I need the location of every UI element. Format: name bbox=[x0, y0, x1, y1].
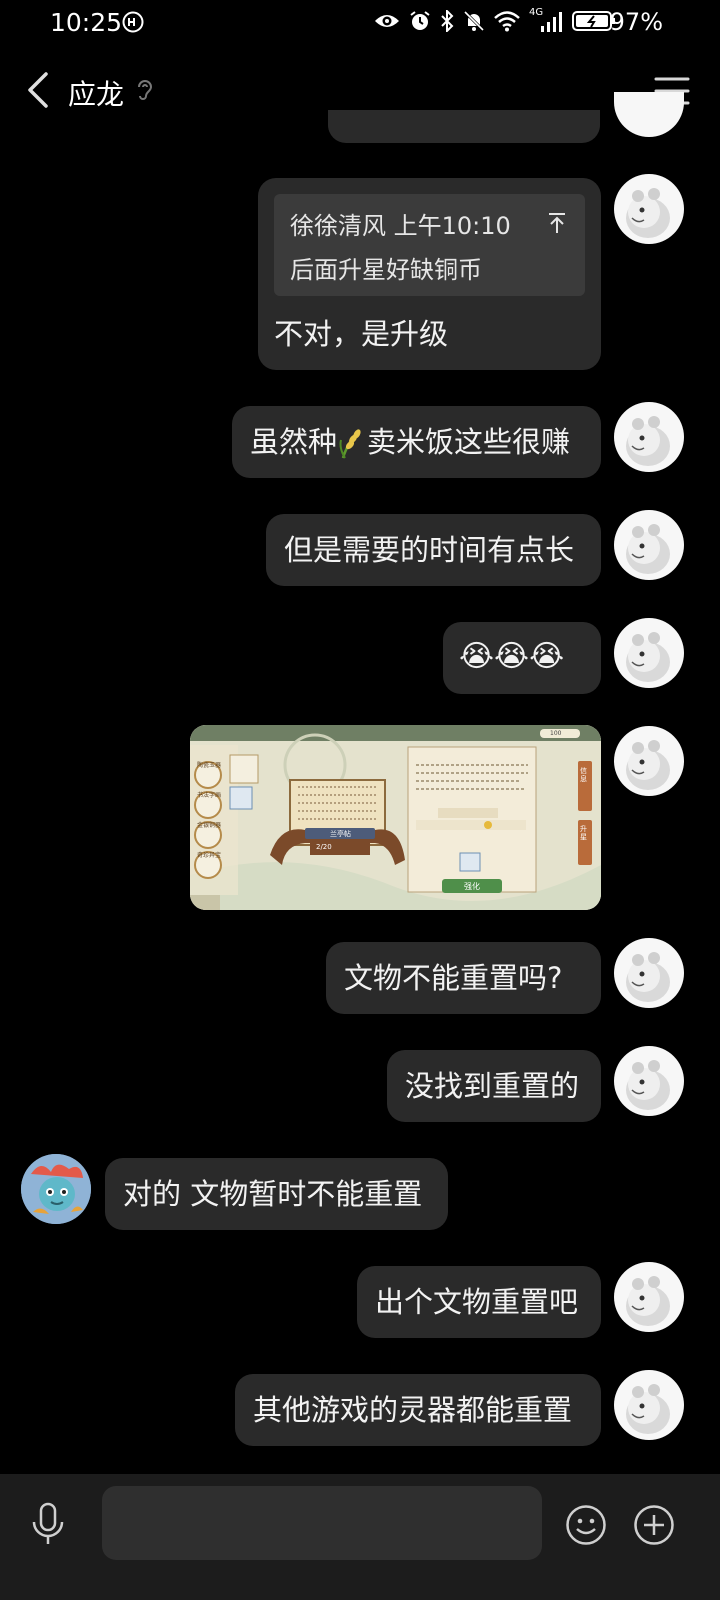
image-message[interactable]: 陶瓷玉器 书法字画 金银铜器 奇珍异宝 兰亭帖 2/20 100 信息 升星 强… bbox=[190, 725, 601, 910]
message-bubble[interactable]: 出个文物重置吧 bbox=[357, 1266, 601, 1338]
avatar-self[interactable] bbox=[614, 1262, 684, 1332]
screenshot-coin-count: 100 bbox=[550, 730, 562, 737]
add-icon[interactable] bbox=[633, 1504, 675, 1546]
message-text: 对的 文物暂时不能重置 bbox=[123, 1177, 423, 1211]
screenshot-scroll-label: 兰亭帖 bbox=[330, 830, 351, 838]
message-bubble[interactable]: 没找到重置的 bbox=[387, 1050, 601, 1122]
microphone-icon[interactable] bbox=[30, 1502, 66, 1546]
rice-emoji-icon bbox=[339, 429, 361, 459]
partial-message-bubble bbox=[328, 110, 600, 143]
avatar-self[interactable] bbox=[614, 1046, 684, 1116]
screenshot-right-tab: 信息 bbox=[580, 767, 587, 783]
avatar-self[interactable] bbox=[614, 726, 684, 796]
screenshot-tab: 奇珍异宝 bbox=[196, 852, 221, 859]
screenshot-right-tab: 升星 bbox=[580, 825, 587, 841]
message-text: 没找到重置的 bbox=[405, 1069, 580, 1103]
message-bubble-received[interactable]: 对的 文物暂时不能重置 bbox=[105, 1158, 448, 1230]
cell-signal-icon: 4G bbox=[529, 7, 563, 32]
input-bar bbox=[0, 1474, 720, 1600]
emoji-message-bubble[interactable]: 😭😭😭 bbox=[443, 622, 601, 694]
game-screenshot-image bbox=[190, 725, 601, 910]
avatar-self[interactable] bbox=[614, 174, 684, 244]
quoted-message[interactable]: 徐徐清风 上午10:10 后面升星好缺铜币 bbox=[274, 194, 585, 296]
hamster-avatar-icon bbox=[626, 632, 670, 682]
chat-title: 应龙 bbox=[68, 78, 125, 111]
message-input[interactable] bbox=[102, 1486, 542, 1560]
back-arrow-icon[interactable] bbox=[24, 70, 54, 110]
message-bubble[interactable]: 文物不能重置吗? bbox=[326, 942, 601, 1014]
avatar-self[interactable] bbox=[614, 402, 684, 472]
message-text: 其他游戏的灵器都能重置 bbox=[253, 1393, 573, 1427]
message-text: 文物不能重置吗? bbox=[344, 961, 563, 995]
message-text: 卖米饭这些很赚 bbox=[367, 425, 571, 459]
emoji-icon[interactable] bbox=[565, 1504, 607, 1546]
avatar-self[interactable] bbox=[614, 618, 684, 688]
avatar-self[interactable] bbox=[614, 1370, 684, 1440]
message-text: 虽然种 bbox=[250, 425, 338, 459]
hamster-avatar-icon bbox=[626, 188, 670, 238]
hamster-avatar-icon bbox=[626, 1060, 670, 1110]
bluetooth-icon bbox=[441, 10, 454, 32]
dragon-avatar-icon bbox=[21, 1154, 91, 1224]
alarm-icon bbox=[410, 11, 430, 30]
hd-call-icon bbox=[122, 11, 144, 33]
quote-author: 徐徐清风 上午10:10 bbox=[290, 212, 511, 240]
crying-emoji-text: 😭😭😭 bbox=[459, 639, 565, 674]
hamster-avatar-icon bbox=[626, 1276, 670, 1326]
message-text: 不对，是升级 bbox=[274, 317, 449, 351]
eye-icon bbox=[375, 15, 399, 27]
message-bubble[interactable]: 徐徐清风 上午10:10 后面升星好缺铜币 不对，是升级 bbox=[258, 178, 601, 370]
message-bubble[interactable]: 虽然种 卖米饭这些很赚 bbox=[232, 406, 601, 478]
hamster-avatar-icon bbox=[626, 524, 670, 574]
avatar-contact[interactable] bbox=[21, 1154, 91, 1224]
status-time: 10:25 bbox=[50, 8, 123, 37]
screenshot-tab: 金银铜器 bbox=[196, 822, 221, 829]
message-bubble[interactable]: 其他游戏的灵器都能重置 bbox=[235, 1374, 601, 1446]
message-text: 但是需要的时间有点长 bbox=[284, 533, 575, 567]
quote-text: 后面升星好缺铜币 bbox=[290, 256, 482, 284]
battery-percent: 97% bbox=[609, 8, 663, 36]
hamster-avatar-icon bbox=[626, 740, 670, 790]
hamster-avatar-icon bbox=[626, 1384, 670, 1434]
screenshot-side-tabs: 陶瓷玉器 书法字画 金银铜器 奇珍异宝 bbox=[194, 762, 224, 882]
screenshot-scroll-progress: 2/20 bbox=[316, 843, 332, 851]
mute-bell-icon bbox=[463, 10, 485, 32]
status-bar: 10:25 4G 97% bbox=[0, 0, 720, 46]
avatar-self[interactable] bbox=[614, 938, 684, 1008]
message-text: 出个文物重置吧 bbox=[375, 1285, 579, 1319]
screenshot-button: 强化 bbox=[464, 882, 480, 891]
message-bubble[interactable]: 但是需要的时间有点长 bbox=[266, 514, 601, 586]
hamster-avatar-icon bbox=[626, 416, 670, 466]
screenshot-tab: 书法字画 bbox=[196, 792, 221, 799]
avatar-self[interactable] bbox=[614, 92, 684, 137]
hamster-avatar-icon bbox=[626, 952, 670, 1002]
avatar-self[interactable] bbox=[614, 510, 684, 580]
screenshot-tab: 陶瓷玉器 bbox=[196, 762, 221, 769]
earpiece-mode-icon bbox=[138, 80, 153, 100]
wifi-icon bbox=[494, 11, 520, 32]
jump-to-quote-icon[interactable] bbox=[547, 212, 567, 234]
